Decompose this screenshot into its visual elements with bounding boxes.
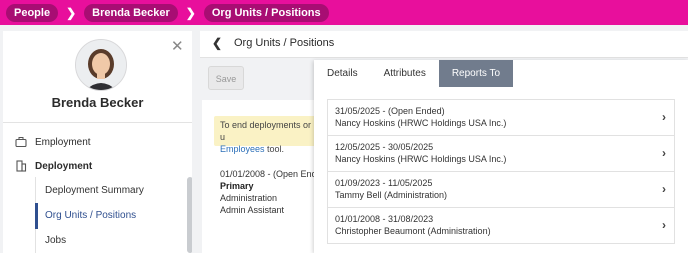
- chevron-right-icon: ❯: [66, 5, 77, 20]
- nav-deployment-summary[interactable]: Deployment Summary: [45, 185, 144, 196]
- back-icon[interactable]: ❮: [212, 36, 222, 50]
- list-item[interactable]: 01/01/2008 - 31/08/2023 Christopher Beau…: [327, 207, 675, 244]
- info-banner: To end deployments or u Employees tool.: [214, 116, 324, 154]
- report-period: 01/09/2023 - 11/05/2025: [335, 178, 433, 188]
- save-button[interactable]: Save: [208, 66, 244, 90]
- chevron-right-icon: ›: [662, 218, 666, 232]
- building-icon: [15, 160, 27, 172]
- popover-tabs: Details Attributes Reports To: [314, 60, 514, 87]
- reports-to-list: 31/05/2025 - (Open Ended) Nancy Hoskins …: [327, 99, 675, 244]
- chevron-right-icon: ›: [662, 182, 666, 196]
- report-person: Christopher Beaumont (Administration): [335, 226, 491, 236]
- briefcase-icon: [15, 136, 27, 148]
- profile-sidebar: ✕ Brenda Becker Employment Deployment De…: [3, 31, 192, 253]
- list-item[interactable]: 12/05/2025 - 30/05/2025 Nancy Hoskins (H…: [327, 135, 675, 172]
- info-tail: tool.: [264, 144, 285, 154]
- report-person: Tammy Bell (Administration): [335, 190, 448, 200]
- entry-date: 01/01/2008 - (Open End: [220, 169, 317, 179]
- nav-employment[interactable]: Employment: [15, 136, 91, 148]
- close-icon[interactable]: ✕: [171, 37, 184, 55]
- chevron-right-icon: ›: [662, 110, 666, 124]
- report-period: 01/01/2008 - 31/08/2023: [335, 214, 434, 224]
- employee-name: Brenda Becker: [51, 95, 144, 110]
- nav-employment-label: Employment: [35, 136, 91, 148]
- report-period: 12/05/2025 - 30/05/2025: [335, 142, 434, 152]
- main-header: ❮ Org Units / Positions: [200, 31, 688, 58]
- deployment-entry[interactable]: 01/01/2008 - (Open End Primary Administr…: [220, 168, 317, 216]
- tab-attributes[interactable]: Attributes: [371, 60, 439, 87]
- tab-details[interactable]: Details: [314, 60, 371, 87]
- chevron-right-icon: ›: [662, 146, 666, 160]
- list-item[interactable]: 01/09/2023 - 11/05/2025 Tammy Bell (Admi…: [327, 171, 675, 208]
- report-person: Nancy Hoskins (HRWC Holdings USA Inc.): [335, 154, 507, 164]
- breadcrumb-employee[interactable]: Brenda Becker: [84, 3, 178, 22]
- breadcrumb: People ❯ Brenda Becker ❯ Org Units / Pos…: [0, 0, 688, 25]
- chevron-right-icon: ❯: [185, 5, 196, 20]
- nav-deployment[interactable]: Deployment: [15, 160, 92, 172]
- nav-jobs[interactable]: Jobs: [45, 235, 66, 246]
- report-person: Nancy Hoskins (HRWC Holdings USA Inc.): [335, 118, 507, 128]
- tab-reports-to[interactable]: Reports To: [438, 60, 514, 87]
- nav-org-units-positions[interactable]: Org Units / Positions: [45, 210, 136, 221]
- list-item[interactable]: 31/05/2025 - (Open Ended) Nancy Hoskins …: [327, 99, 675, 136]
- breadcrumb-org-units[interactable]: Org Units / Positions: [203, 3, 329, 22]
- employees-link[interactable]: Employees: [220, 144, 265, 154]
- page-title: Org Units / Positions: [234, 37, 335, 49]
- divider: [3, 122, 192, 123]
- position-popover: Details Attributes Reports To 31/05/2025…: [314, 60, 688, 253]
- avatar: [75, 39, 127, 91]
- active-indicator: [35, 203, 38, 229]
- entry-unit: Administration: [220, 193, 278, 203]
- nav-deployment-label: Deployment: [35, 160, 93, 172]
- entry-position: Admin Assistant: [220, 205, 285, 215]
- report-period: 31/05/2025 - (Open Ended): [335, 106, 445, 116]
- sidebar-scrollbar[interactable]: [187, 177, 192, 253]
- breadcrumb-people[interactable]: People: [6, 3, 59, 22]
- entry-primary: Primary: [220, 181, 254, 191]
- info-text: To end deployments or u: [220, 120, 312, 142]
